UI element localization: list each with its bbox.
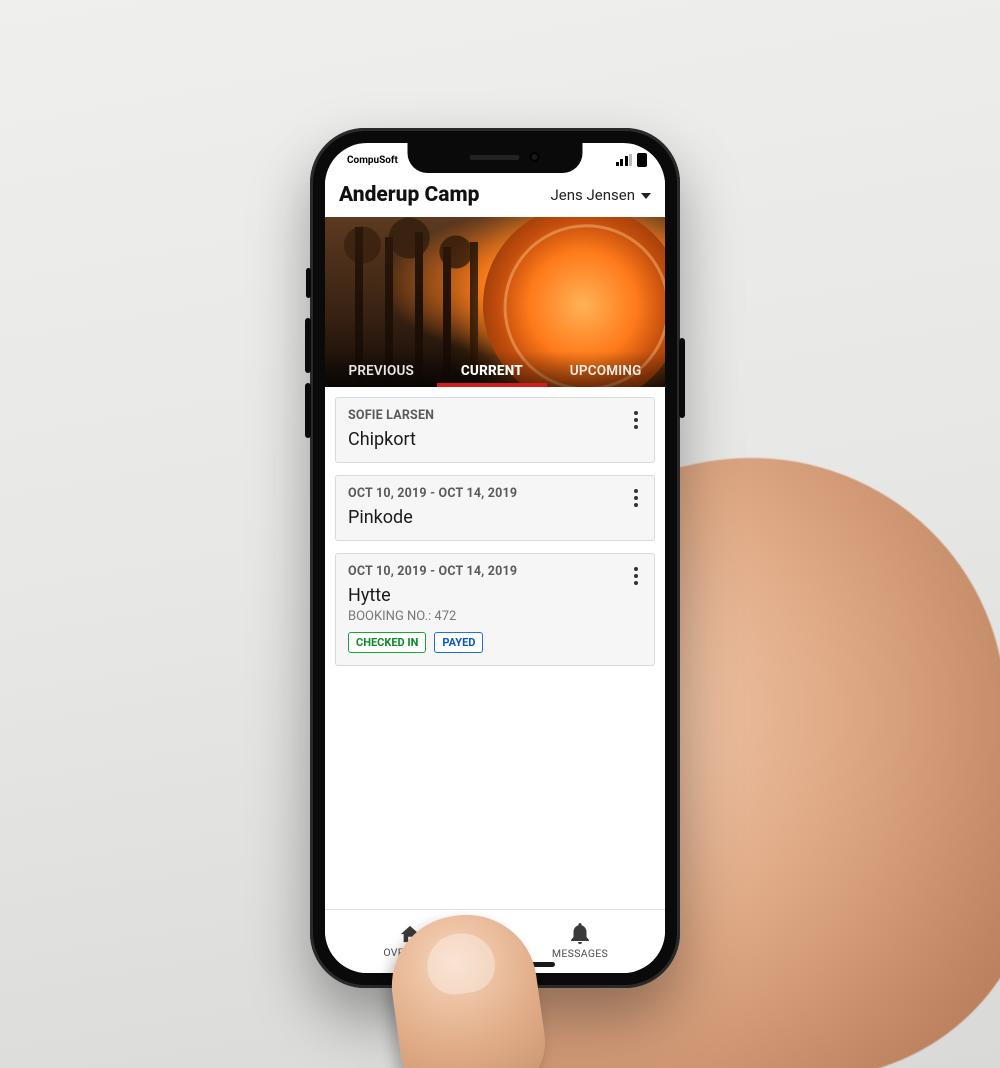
power-button: [679, 338, 685, 418]
badge-row: CHECKED IN PAYED: [348, 632, 642, 653]
app-header: Anderup Camp Jens Jensen: [325, 177, 665, 217]
screen: CompuSoft Anderup Camp Jens Jensen: [325, 143, 665, 973]
nav-label: MESSAGES: [552, 947, 608, 960]
chevron-down-icon: [641, 193, 651, 199]
battery-icon: [637, 153, 647, 167]
device-notch: [408, 143, 583, 173]
list-item[interactable]: OCT 10, 2019 - OCT 14, 2019 Pinkode: [335, 475, 655, 541]
list-item[interactable]: SOFIE LARSEN Chipkort: [335, 397, 655, 463]
card-subtitle: BOOKING NO.: 472: [348, 609, 642, 624]
card-title: Hytte: [348, 585, 642, 606]
volume-down-button: [305, 383, 311, 438]
stage: CompuSoft Anderup Camp Jens Jensen: [0, 0, 1000, 1068]
tab-current[interactable]: CURRENT: [455, 363, 529, 387]
volume-up-button: [305, 318, 311, 373]
page-title: Anderup Camp: [339, 183, 479, 207]
list-item[interactable]: OCT 10, 2019 - OCT 14, 2019 Hytte BOOKIN…: [335, 553, 655, 666]
card-topline: OCT 10, 2019 - OCT 14, 2019: [348, 564, 642, 579]
status-badge-checked-in: CHECKED IN: [348, 632, 426, 653]
signal-icon: [616, 154, 633, 166]
status-badge-payed: PAYED: [434, 632, 483, 653]
tab-upcoming[interactable]: UPCOMING: [564, 363, 648, 387]
mute-switch: [306, 268, 311, 298]
user-dropdown[interactable]: Jens Jensen: [551, 186, 651, 204]
status-right: [616, 153, 648, 167]
tab-previous[interactable]: PREVIOUS: [342, 363, 420, 387]
card-title: Chipkort: [348, 429, 642, 450]
card-topline: SOFIE LARSEN: [348, 408, 642, 423]
kebab-icon[interactable]: [628, 486, 644, 510]
card-title: Pinkode: [348, 507, 642, 528]
bell-icon: [570, 923, 590, 945]
carrier-label: CompuSoft: [347, 155, 398, 166]
hero-image: PREVIOUS CURRENT UPCOMING: [325, 217, 665, 387]
kebab-icon[interactable]: [628, 564, 644, 588]
user-name-label: Jens Jensen: [551, 186, 635, 204]
card-list: SOFIE LARSEN Chipkort OCT 10, 2019 - OCT…: [325, 387, 665, 666]
card-topline: OCT 10, 2019 - OCT 14, 2019: [348, 486, 642, 501]
kebab-icon[interactable]: [628, 408, 644, 432]
phone-device: CompuSoft Anderup Camp Jens Jensen: [310, 128, 680, 988]
tab-bar: PREVIOUS CURRENT UPCOMING: [325, 351, 665, 387]
